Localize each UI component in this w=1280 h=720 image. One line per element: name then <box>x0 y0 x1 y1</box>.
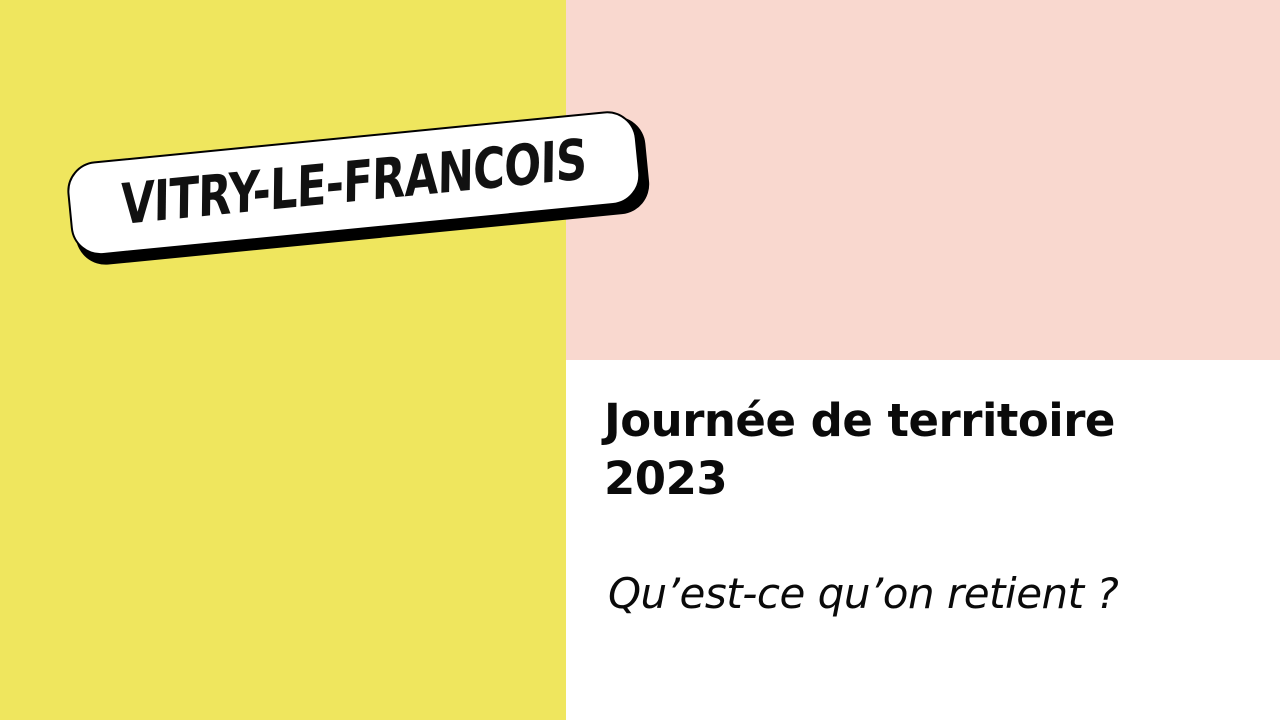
title-line-1: Journée de territoire <box>604 394 1115 447</box>
title-line-2: 2023 <box>604 452 728 505</box>
page-title: Journée de territoire 2023 <box>604 392 1115 508</box>
yellow-panel <box>0 0 566 720</box>
slide: VITRY-LE-FRANCOIS Journée de territoire … <box>0 0 1280 720</box>
pink-panel <box>566 0 1280 360</box>
subtitle: Qu’est-ce qu’on retient ? <box>608 569 1119 618</box>
